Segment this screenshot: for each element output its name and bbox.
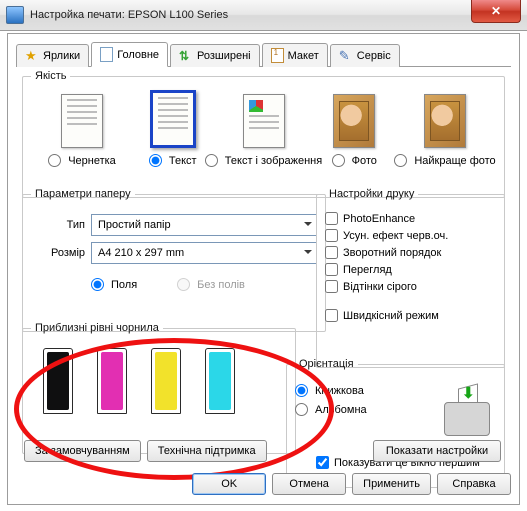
close-icon: ✕ — [491, 4, 501, 18]
radio-portrait[interactable] — [295, 384, 308, 397]
thumb-photo — [333, 94, 375, 148]
group-quality: Якість Чернетка Текст Текст і зображення… — [22, 70, 505, 198]
tab-label: Ярлики — [43, 50, 80, 62]
radio-margins-wrap[interactable]: Поля — [91, 278, 137, 291]
apply-button[interactable]: Применить — [352, 473, 431, 495]
radio-label: Фото — [352, 155, 377, 167]
tab-layout[interactable]: Макет — [262, 43, 328, 67]
radio-text-image[interactable] — [205, 154, 218, 167]
quality-options: Чернетка Текст Текст і зображення Фото Н… — [31, 90, 496, 167]
app-icon — [6, 6, 24, 24]
ink-cartridges — [31, 342, 287, 414]
tab-main[interactable]: Головне — [91, 42, 168, 67]
group-ink-levels: Приблизні рівні чорнила — [22, 322, 296, 454]
ink-black — [43, 348, 73, 414]
radio-margins[interactable] — [91, 278, 104, 291]
group-legend: Приблизні рівні чорнила — [31, 322, 163, 334]
title-bar: Настройка печати: EPSON L100 Series ✕ — [0, 0, 527, 31]
ink-cyan — [205, 348, 235, 414]
dialog-client: ★ Ярлики Головне ⇅ Розширені Макет ✎ Сервіс… — [7, 33, 520, 505]
star-icon: ★ — [25, 49, 39, 63]
tab-strip: ★ Ярлики Головне ⇅ Розширені Макет ✎ Сервіс — [16, 40, 511, 67]
quality-option-text[interactable]: Текст — [130, 90, 216, 167]
check-redeye[interactable]: Усун. ефект черв.оч. — [325, 229, 496, 242]
check-label: Зворотний порядок — [343, 247, 441, 259]
check-photoenhance[interactable]: PhotoEnhance — [325, 212, 496, 225]
wrench-icon: ✎ — [339, 49, 353, 63]
radio-landscape[interactable] — [295, 403, 308, 416]
combo-paper-size[interactable]: A4 210 x 297 mm — [91, 242, 317, 264]
tab-panel-main: Якість Чернетка Текст Текст і зображення… — [16, 66, 511, 466]
radio-label: Текст — [169, 155, 197, 167]
radio-borderless-wrap: Без полів — [177, 278, 245, 291]
check-label: Швидкісний режим — [343, 310, 439, 322]
check-fast-mode[interactable]: Швидкісний режим — [325, 309, 496, 322]
check-preview[interactable]: Перегляд — [325, 263, 496, 276]
radio-label: Альбомна — [315, 404, 367, 416]
group-legend: Орієнтація — [295, 358, 358, 370]
check-label: PhotoEnhance — [343, 213, 415, 225]
radio-label: Текст і зображення — [225, 155, 322, 167]
tab-label: Макет — [288, 50, 319, 62]
ink-yellow — [151, 348, 181, 414]
quality-option-text-image[interactable]: Текст і зображення — [221, 94, 307, 167]
radio-best-photo[interactable] — [394, 154, 407, 167]
quality-option-best-photo[interactable]: Найкраще фото — [402, 94, 488, 167]
support-button[interactable]: Технічна підтримка — [147, 440, 267, 462]
group-legend: Настройки друку — [325, 188, 418, 200]
tab-advanced[interactable]: ⇅ Розширені — [170, 44, 260, 67]
radio-label: Без полів — [197, 279, 245, 291]
radio-photo[interactable] — [332, 154, 345, 167]
group-print-settings: Настройки друку PhotoEnhance Усун. ефект… — [316, 188, 505, 368]
check-reverse-order[interactable]: Зворотний порядок — [325, 246, 496, 259]
combo-value: Простий папір — [98, 219, 171, 231]
cancel-button[interactable]: Отмена — [272, 473, 346, 495]
thumb-text-image — [243, 94, 285, 148]
help-button[interactable]: Справка — [437, 473, 511, 495]
thumb-best-photo — [424, 94, 466, 148]
label-size: Розмір — [31, 247, 91, 259]
radio-draft[interactable] — [48, 154, 61, 167]
radio-label: Поля — [111, 279, 137, 291]
printer-icon: ⬇ — [438, 384, 496, 440]
group-legend: Параметри паперу — [31, 188, 135, 200]
tab-label: Сервіс — [357, 50, 391, 62]
tab-shortcuts[interactable]: ★ Ярлики — [16, 44, 89, 67]
quality-option-draft[interactable]: Чернетка — [39, 94, 125, 167]
dialog-buttons: OK Отмена Применить Справка — [16, 470, 511, 498]
tab-service[interactable]: ✎ Сервіс — [330, 44, 400, 67]
radio-label: Чернетка — [68, 155, 116, 167]
check-label: Перегляд — [343, 264, 392, 276]
quality-option-photo[interactable]: Фото — [311, 94, 397, 167]
defaults-button[interactable]: За замовчуванням — [24, 440, 141, 462]
ink-magenta — [97, 348, 127, 414]
radio-label: Найкраще фото — [414, 155, 495, 167]
tab-label: Головне — [117, 49, 159, 61]
ok-button[interactable]: OK — [192, 473, 266, 495]
show-settings-button[interactable]: Показати настройки — [373, 440, 501, 462]
arrows-icon: ⇅ — [179, 49, 193, 63]
radio-borderless — [177, 278, 190, 291]
label-type: Тип — [31, 219, 91, 231]
thumb-text — [150, 90, 196, 148]
page-icon — [271, 48, 284, 63]
window-title: Настройка печати: EPSON L100 Series — [30, 9, 527, 21]
thumb-draft — [61, 94, 103, 148]
radio-label: Книжкова — [315, 385, 364, 397]
document-icon — [100, 47, 113, 62]
group-legend: Якість — [31, 70, 70, 82]
combo-value: A4 210 x 297 mm — [98, 247, 184, 259]
check-label: Відтінки сірого — [343, 281, 417, 293]
close-button[interactable]: ✕ — [471, 0, 521, 23]
group-paper: Параметри паперу Тип Простий папір Розмі… — [22, 188, 326, 332]
check-label: Усун. ефект черв.оч. — [343, 230, 448, 242]
tab-label: Розширені — [197, 50, 251, 62]
combo-paper-type[interactable]: Простий папір — [91, 214, 317, 236]
check-grayscale[interactable]: Відтінки сірого — [325, 280, 496, 293]
radio-text[interactable] — [149, 154, 162, 167]
